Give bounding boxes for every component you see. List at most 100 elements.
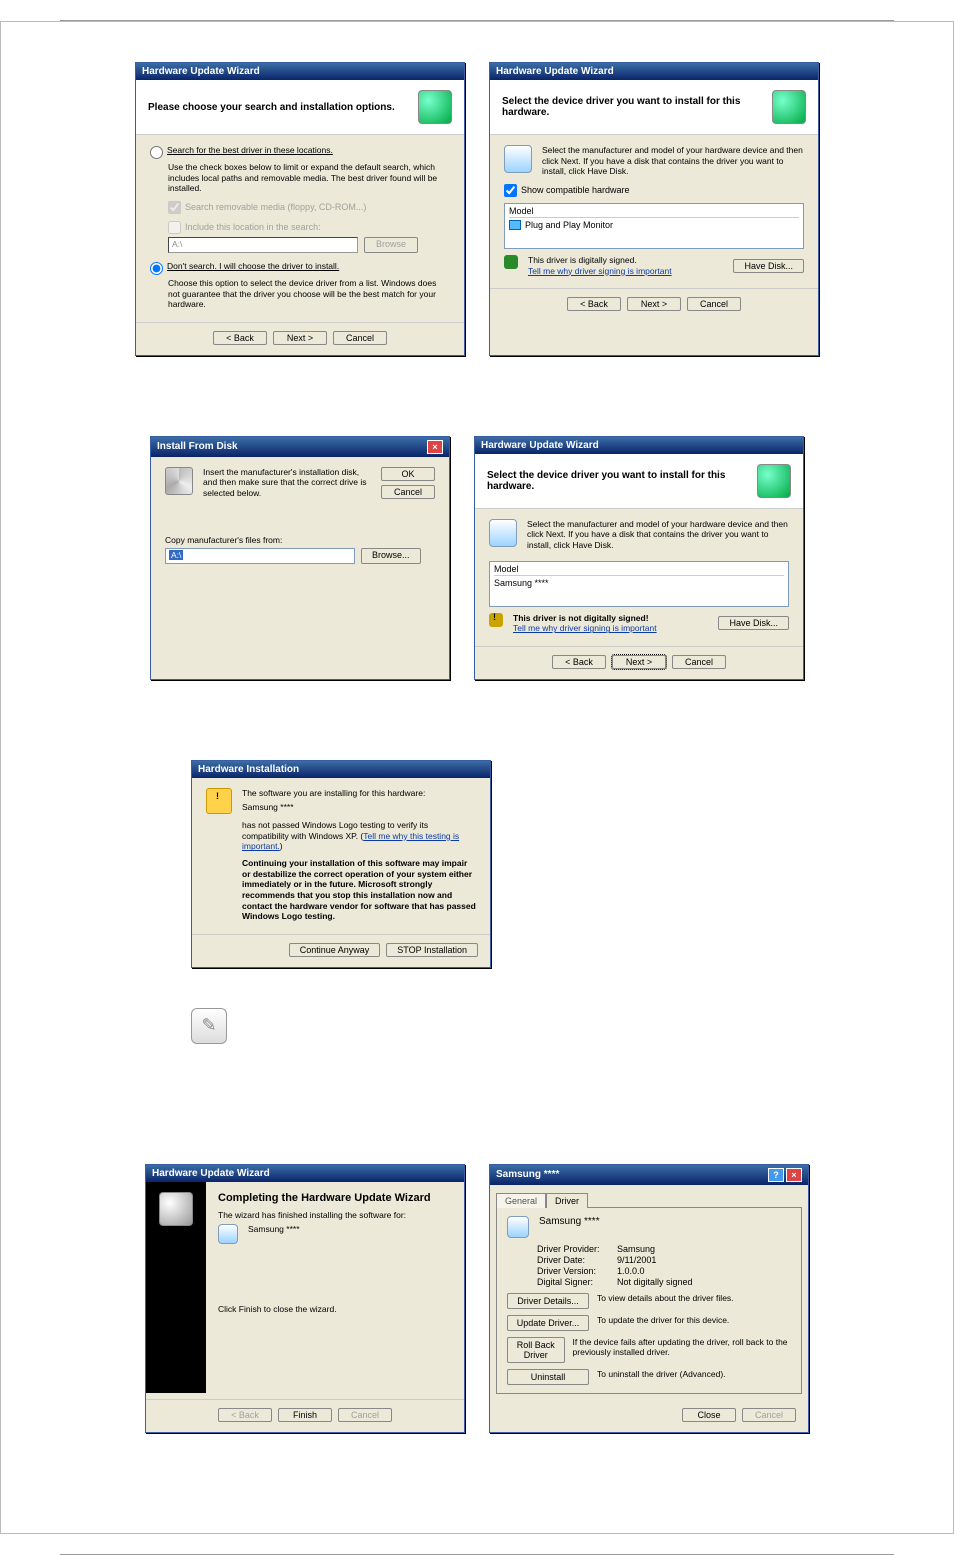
cancel-button: Cancel (338, 1408, 392, 1422)
completing-finish-hint: Click Finish to close the wizard. (218, 1304, 452, 1315)
back-button[interactable]: < Back (213, 331, 267, 345)
driver-signing-link[interactable]: Tell me why driver signing is important (528, 266, 672, 277)
titlebar: Hardware Update Wizard (475, 437, 803, 454)
completing-graphic (146, 1182, 206, 1393)
radio-dont-search[interactable] (150, 262, 163, 275)
titlebar: Install From Disk × (151, 437, 449, 457)
roll-back-driver-text: If the device fails after updating the d… (573, 1337, 791, 1358)
checkbox-show-compatible[interactable] (504, 184, 517, 197)
update-driver-text: To update the driver for this device. (597, 1315, 729, 1326)
titlebar: Hardware Update Wizard (490, 63, 818, 80)
select-driver-help: Select the manufacturer and model of you… (527, 519, 789, 551)
driver-signed-text: This driver is digitally signed. (528, 255, 672, 266)
window-title: Samsung **** (496, 1169, 559, 1180)
completing-heading: Completing the Hardware Update Wizard (218, 1192, 452, 1204)
completing-device-name: Samsung **** (248, 1224, 300, 1235)
driver-details-text: To view details about the driver files. (597, 1293, 734, 1304)
driver-details-button[interactable]: Driver Details... (507, 1293, 589, 1309)
window-title: Hardware Update Wizard (496, 66, 614, 77)
copy-from-path-field[interactable]: A:\ (165, 548, 355, 564)
back-button[interactable]: < Back (567, 297, 621, 311)
wizard-icon (772, 90, 806, 124)
cancel-button: Cancel (742, 1408, 796, 1422)
checkbox-removable-label: Search removable media (floppy, CD-ROM..… (185, 202, 366, 212)
next-button[interactable]: Next > (612, 655, 666, 669)
tab-general[interactable]: General (496, 1193, 546, 1208)
driver-version-key: Driver Version: (537, 1266, 617, 1276)
warning-icon (206, 788, 232, 814)
warning-line-1: The software you are installing for this… (242, 788, 476, 799)
close-icon[interactable]: × (786, 1168, 802, 1182)
signed-ok-icon (504, 255, 518, 269)
wizard-icon (418, 90, 452, 124)
disk-icon (504, 145, 532, 173)
ok-button[interactable]: OK (381, 467, 435, 481)
radio-search-best[interactable] (150, 146, 163, 159)
next-button[interactable]: Next > (273, 331, 327, 345)
install-from-disk-dialog: Install From Disk × Insert the manufactu… (150, 436, 450, 680)
uninstall-button[interactable]: Uninstall (507, 1369, 589, 1385)
radio-search-best-label: Search for the best driver in these loca… (167, 145, 333, 156)
browse-button: Browse (364, 237, 418, 253)
continue-anyway-button[interactable]: Continue Anyway (289, 943, 381, 957)
copy-from-label: Copy manufacturer's files from: (165, 535, 435, 546)
driver-not-signed-text: This driver is not digitally signed! (513, 613, 657, 624)
install-from-disk-help: Insert the manufacturer's installation d… (203, 467, 371, 499)
have-disk-button[interactable]: Have Disk... (718, 616, 789, 630)
tab-driver[interactable]: Driver (546, 1193, 588, 1208)
wizard-icon (159, 1192, 193, 1226)
checkbox-include-location (168, 221, 181, 234)
cancel-button[interactable]: Cancel (333, 331, 387, 345)
titlebar: Hardware Installation (192, 761, 490, 778)
model-item[interactable]: Samsung **** (494, 576, 784, 604)
monitor-icon (507, 1216, 529, 1238)
monitor-icon (509, 220, 521, 230)
help-icon[interactable]: ? (768, 1168, 784, 1182)
cancel-button[interactable]: Cancel (672, 655, 726, 669)
monitor-properties-dialog: Samsung **** ? × General Driver Samsung … (489, 1164, 809, 1433)
finish-button[interactable]: Finish (278, 1408, 332, 1422)
next-button[interactable]: Next > (627, 297, 681, 311)
window-title: Hardware Installation (198, 764, 299, 775)
model-listbox[interactable]: Model Plug and Play Monitor (504, 203, 804, 249)
driver-provider-key: Driver Provider: (537, 1244, 617, 1254)
uninstall-text: To uninstall the driver (Advanced). (597, 1369, 726, 1380)
have-disk-button[interactable]: Have Disk... (733, 259, 804, 273)
wizard-icon (757, 464, 791, 498)
stop-installation-button[interactable]: STOP Installation (386, 943, 478, 957)
driver-version-value: 1.0.0.0 (617, 1266, 645, 1276)
model-listbox[interactable]: Model Samsung **** (489, 561, 789, 607)
window-title: Hardware Update Wizard (481, 440, 599, 451)
wizard-heading: Select the device driver you want to ins… (502, 96, 772, 118)
device-name: Samsung **** (539, 1216, 600, 1227)
digital-signer-value: Not digitally signed (617, 1277, 693, 1287)
column-header-model: Model (494, 564, 784, 576)
hardware-update-wizard-select-driver-unsigned: Hardware Update Wizard Select the device… (474, 436, 804, 680)
dont-search-help-text: Choose this option to select the device … (168, 278, 450, 310)
update-driver-button[interactable]: Update Driver... (507, 1315, 589, 1331)
warning-device-name: Samsung **** (242, 802, 476, 813)
location-path-field: A:\ (168, 237, 358, 253)
column-header-model: Model (509, 206, 799, 218)
driver-signing-link[interactable]: Tell me why driver signing is important (513, 623, 657, 634)
titlebar: Hardware Update Wizard (146, 1165, 464, 1182)
hardware-update-wizard-search-options: Hardware Update Wizard Please choose you… (135, 62, 465, 356)
copy-from-path-value: A:\ (169, 550, 183, 560)
checkbox-show-compatible-label: Show compatible hardware (521, 185, 630, 195)
browse-button[interactable]: Browse... (361, 548, 421, 564)
cancel-button[interactable]: Cancel (687, 297, 741, 311)
note-icon: ✎ (191, 1008, 227, 1044)
wizard-heading: Please choose your search and installati… (148, 102, 395, 113)
back-button[interactable]: < Back (552, 655, 606, 669)
digital-signer-key: Digital Signer: (537, 1277, 617, 1287)
close-icon[interactable]: × (427, 440, 443, 454)
completing-line-1: The wizard has finished installing the s… (218, 1210, 452, 1221)
radio-dont-search-label: Don't search. I will choose the driver t… (167, 261, 339, 272)
close-button[interactable]: Close (682, 1408, 736, 1422)
driver-provider-value: Samsung (617, 1244, 655, 1254)
titlebar: Hardware Update Wizard (136, 63, 464, 80)
cancel-button[interactable]: Cancel (381, 485, 435, 499)
model-item[interactable]: Plug and Play Monitor (525, 220, 613, 230)
warning-strong-text: Continuing your installation of this sof… (242, 858, 476, 922)
floppy-disk-icon (165, 467, 193, 495)
